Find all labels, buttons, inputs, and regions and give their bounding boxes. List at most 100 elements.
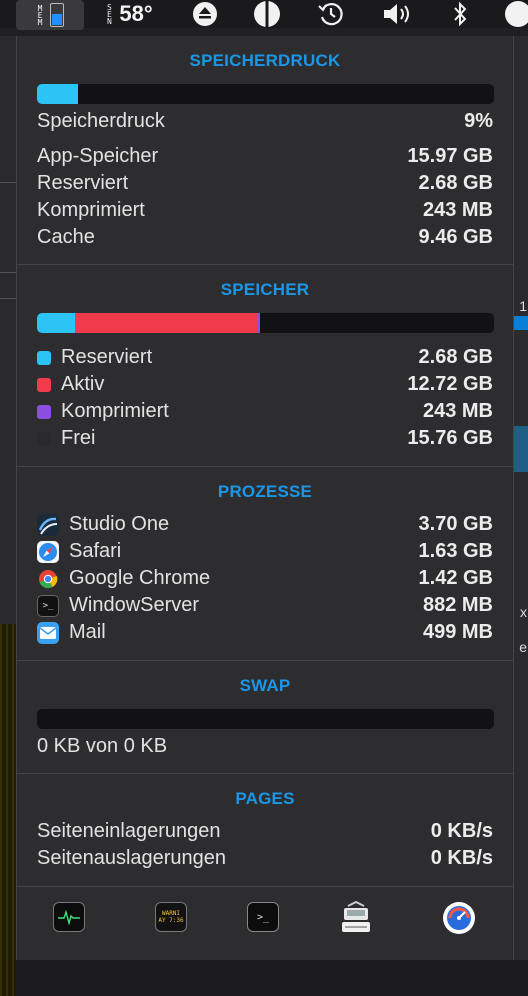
overflow-menu-icon[interactable] <box>500 0 528 28</box>
row-label: >_ WindowServer <box>37 594 199 617</box>
console-badge-line2: AY 7:36 <box>158 917 184 924</box>
memory-legend-row: Aktiv 12.72 GB <box>37 371 493 398</box>
row-value: 2.68 GB <box>418 172 493 194</box>
bg-blue-strip <box>514 316 528 330</box>
activity-monitor-icon[interactable] <box>53 902 85 932</box>
row-label: Reserviert <box>37 172 129 194</box>
process-row[interactable]: Mail 499 MB <box>37 619 493 646</box>
swap-summary-row: 0 KB von 0 KB <box>37 733 493 760</box>
sensor-menu-widget[interactable]: SEN 58° <box>94 0 164 28</box>
compressed-swatch <box>37 404 51 419</box>
row-value: 243 MB <box>422 199 493 221</box>
row-label: Google Chrome <box>37 567 210 590</box>
process-name: Safari <box>69 540 122 562</box>
row-label: Komprimiert <box>37 199 145 221</box>
section-divider <box>17 773 513 774</box>
row-value: 12.72 GB <box>407 373 493 395</box>
section-divider <box>17 264 513 265</box>
memory-segment-compressed <box>256 313 261 333</box>
memory-popover: SPEICHERDRUCK Speicherdruck 9% App-Speic… <box>16 36 514 960</box>
bg-glyph: 1 <box>519 298 527 314</box>
chrome-icon <box>37 568 59 590</box>
volume-icon[interactable] <box>378 0 418 28</box>
background-left-edge <box>0 36 16 996</box>
console-icon[interactable]: WARNI AY 7:36 <box>155 902 187 932</box>
row-label: Komprimiert <box>37 400 169 423</box>
bg-glyph: e <box>519 639 527 655</box>
cache-row: Cache 9.46 GB <box>37 224 493 251</box>
process-row[interactable]: >_ WindowServer 882 MB <box>37 592 493 619</box>
memory-pressure-bar-fill <box>37 84 79 104</box>
bg-divider <box>0 182 16 183</box>
row-label: Seiteneinlagerungen <box>37 820 221 842</box>
row-label: Speicherdruck <box>37 110 165 132</box>
wired-memory-row: Reserviert 2.68 GB <box>37 170 493 197</box>
row-label: Reserviert <box>37 346 152 369</box>
process-memory: 1.63 GB <box>418 540 493 562</box>
process-row[interactable]: Safari 1.63 GB <box>37 538 493 565</box>
reserved-swatch <box>37 350 51 365</box>
legend-label: Komprimiert <box>61 400 169 422</box>
process-memory: 3.70 GB <box>418 513 493 535</box>
memory-legend-row: Komprimiert 243 MB <box>37 398 493 425</box>
bluetooth-icon[interactable] <box>446 0 474 28</box>
process-name: WindowServer <box>69 594 200 616</box>
row-label: Safari <box>37 540 121 563</box>
legend-label: Frei <box>61 427 96 449</box>
process-row[interactable]: Google Chrome 1.42 GB <box>37 565 493 592</box>
sensor-label: SEN <box>106 2 112 26</box>
bg-glyph: x <box>520 604 527 620</box>
app-memory-row: App-Speicher 15.97 GB <box>37 143 493 170</box>
section-divider <box>17 660 513 661</box>
legend-label: Reserviert <box>61 346 153 368</box>
process-name: Google Chrome <box>69 567 211 589</box>
process-row[interactable]: Studio One 3.70 GB <box>37 511 493 538</box>
bg-divider <box>0 272 16 273</box>
safari-icon <box>37 540 59 563</box>
row-value: 9% <box>464 110 493 132</box>
section-divider <box>17 886 513 887</box>
process-name: Studio One <box>69 513 170 535</box>
bg-blue-block <box>514 426 528 472</box>
pressure-row: Speicherdruck 9% <box>37 108 493 135</box>
row-value: 9.46 GB <box>418 226 493 248</box>
row-label: Mail <box>37 621 106 644</box>
processes-title: PROZESSE <box>217 482 313 501</box>
row-value: 0 KB/s <box>430 847 493 869</box>
eject-icon[interactable] <box>188 0 222 28</box>
studio-one-icon <box>37 513 59 536</box>
memory-mini-bar <box>50 3 64 27</box>
free-swatch <box>37 431 51 446</box>
memory-mini-bar-fill <box>52 14 62 25</box>
mem-label: MEM <box>37 3 43 27</box>
process-name: Mail <box>69 621 106 643</box>
contrast-icon[interactable] <box>250 0 284 28</box>
terminal-glyph: >_ <box>256 911 270 923</box>
bg-divider <box>0 298 16 299</box>
row-label: Studio One <box>37 513 169 536</box>
row-label: Seitenauslagerungen <box>37 847 227 869</box>
console-badge-line1: WARNI <box>161 910 181 917</box>
terminal-glyph: >_ <box>42 600 54 611</box>
memory-legend-row: Frei 15.76 GB <box>37 425 493 452</box>
page-outs-row: Seitenauslagerungen 0 KB/s <box>37 845 493 872</box>
memory-usage-bar <box>37 313 494 333</box>
memory-legend-row: Reserviert 2.68 GB <box>37 344 493 371</box>
compressed-memory-row: Komprimiert 243 MB <box>37 197 493 224</box>
process-memory: 1.42 GB <box>418 567 493 589</box>
memory-segment-reserved <box>37 313 76 333</box>
page-ins-row: Seiteneinlagerungen 0 KB/s <box>37 818 493 845</box>
time-machine-icon[interactable] <box>314 0 348 28</box>
row-value: 0 KB/s <box>430 820 493 842</box>
bg-track-region <box>0 624 16 996</box>
legend-label: Aktiv <box>61 373 105 395</box>
row-value: 15.76 GB <box>407 427 493 449</box>
swap-bar <box>37 709 494 729</box>
row-value: 15.97 GB <box>407 145 493 167</box>
memory-menu-widget[interactable]: MEM <box>16 0 84 30</box>
istat-icon[interactable] <box>443 902 475 934</box>
system-information-icon[interactable] <box>339 900 373 934</box>
active-swatch <box>37 377 51 392</box>
terminal-icon[interactable]: >_ <box>247 902 279 932</box>
terminal-icon: >_ <box>37 594 59 617</box>
